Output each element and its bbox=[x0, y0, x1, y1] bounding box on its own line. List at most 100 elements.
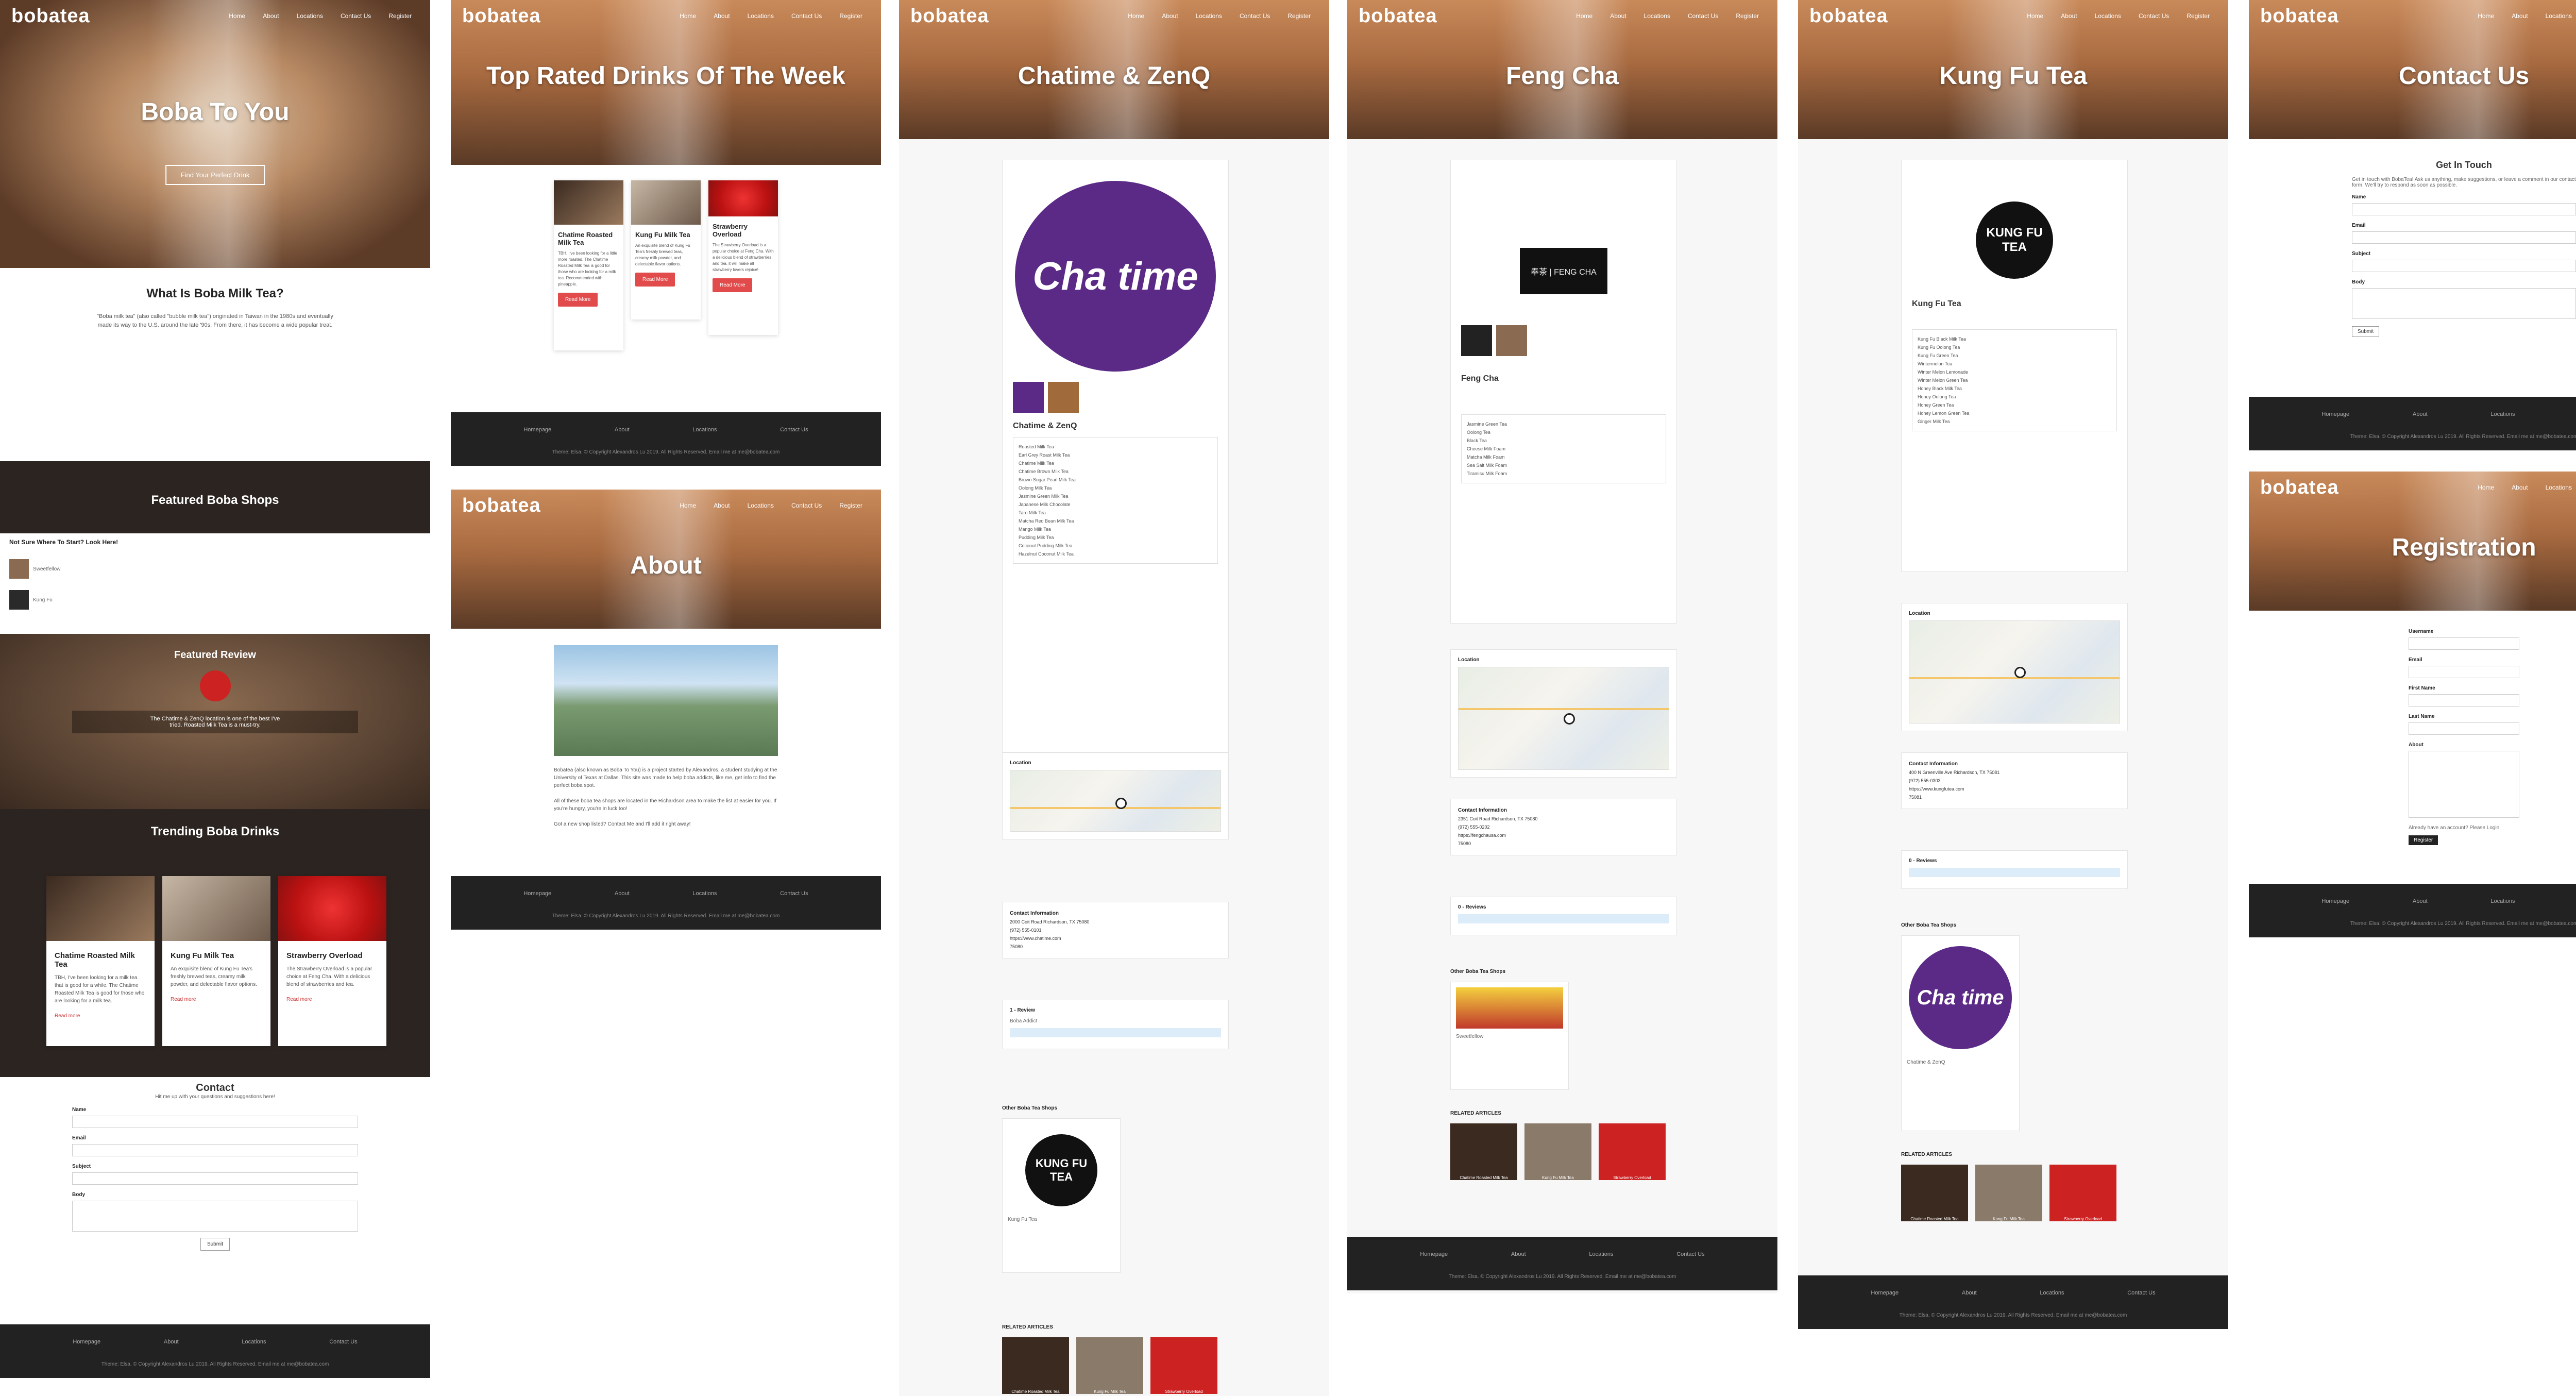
footer-home[interactable]: Homepage bbox=[523, 890, 551, 897]
map-pin-icon[interactable] bbox=[2014, 667, 2026, 679]
trending-card[interactable]: Kung Fu Milk Tea An exquisite blend of K… bbox=[162, 876, 270, 1046]
nav-contact[interactable]: Contact Us bbox=[791, 12, 822, 20]
footer-locations[interactable]: Locations bbox=[2490, 898, 2515, 904]
nav-locations[interactable]: Locations bbox=[2546, 12, 2572, 20]
subject-input[interactable] bbox=[2352, 260, 2576, 272]
related-item[interactable]: Strawberry Overload bbox=[1150, 1337, 1217, 1394]
site-logo[interactable]: bobatea bbox=[2260, 477, 2339, 499]
footer-home[interactable]: Homepage bbox=[1871, 1290, 1899, 1296]
map-pin-icon[interactable] bbox=[1564, 713, 1575, 725]
trending-card[interactable]: Strawberry Overload The Strawberry Overl… bbox=[278, 876, 386, 1046]
drink-name[interactable]: Strawberry Overload bbox=[286, 951, 378, 960]
email-input[interactable] bbox=[72, 1144, 358, 1156]
site-logo[interactable]: bobatea bbox=[1359, 5, 1437, 27]
footer-about[interactable]: About bbox=[1962, 1290, 1977, 1296]
footer-home[interactable]: Homepage bbox=[73, 1339, 100, 1345]
other-shop-name[interactable]: Chatime & ZenQ bbox=[1907, 1059, 2014, 1065]
trending-card[interactable]: Chatime Roasted Milk Tea TBH, I've been … bbox=[46, 876, 155, 1046]
footer-home[interactable]: Homepage bbox=[2321, 411, 2349, 417]
shop-item[interactable]: Sweetfellow bbox=[9, 559, 60, 579]
footer-about[interactable]: About bbox=[1511, 1251, 1526, 1257]
map[interactable] bbox=[1010, 770, 1221, 832]
username-input[interactable] bbox=[2409, 637, 2519, 650]
drink-card[interactable]: Chatime Roasted Milk Tea TBH, I've been … bbox=[554, 180, 623, 350]
read-more-button[interactable]: Read More bbox=[558, 293, 598, 307]
register-button[interactable]: Register bbox=[2409, 835, 2438, 845]
site-logo[interactable]: bobatea bbox=[11, 5, 90, 27]
related-item[interactable]: Kung Fu Milk Tea bbox=[1524, 1123, 1591, 1180]
site-logo[interactable]: bobatea bbox=[1809, 5, 1888, 27]
gallery-thumb[interactable] bbox=[1461, 325, 1492, 356]
nav-locations[interactable]: Locations bbox=[1644, 12, 1670, 20]
related-item[interactable]: Kung Fu Milk Tea bbox=[1975, 1165, 2042, 1221]
nav-about[interactable]: About bbox=[263, 12, 279, 20]
nav-home[interactable]: Home bbox=[229, 12, 245, 20]
gallery-thumb[interactable] bbox=[1048, 382, 1079, 413]
about-input[interactable] bbox=[2409, 751, 2519, 818]
nav-home[interactable]: Home bbox=[2027, 12, 2043, 20]
map[interactable] bbox=[1458, 667, 1669, 770]
site-logo[interactable]: bobatea bbox=[462, 495, 541, 517]
nav-home[interactable]: Home bbox=[680, 12, 696, 20]
nav-register[interactable]: Register bbox=[1736, 12, 1759, 20]
name-input[interactable] bbox=[2352, 203, 2576, 215]
body-input[interactable] bbox=[2352, 288, 2576, 319]
shop-name[interactable]: Kung Fu bbox=[33, 597, 53, 603]
other-shop-name[interactable]: Kung Fu Tea bbox=[1008, 1217, 1115, 1222]
phone-value[interactable]: (972) 555-0101 bbox=[1010, 926, 1221, 934]
nav-contact[interactable]: Contact Us bbox=[2139, 12, 2169, 20]
nav-contact[interactable]: Contact Us bbox=[1688, 12, 1718, 20]
related-item[interactable]: Chatime Roasted Milk Tea bbox=[1002, 1337, 1069, 1394]
footer-locations[interactable]: Locations bbox=[1589, 1251, 1613, 1257]
drink-card[interactable]: Strawberry Overload The Strawberry Overl… bbox=[708, 180, 778, 335]
gallery-thumb[interactable] bbox=[1013, 382, 1044, 413]
login-notice[interactable] bbox=[1909, 868, 2120, 877]
footer-about[interactable]: About bbox=[2413, 411, 2428, 417]
read-more-link[interactable]: Read more bbox=[171, 997, 262, 1002]
nav-locations[interactable]: Locations bbox=[748, 12, 774, 20]
nav-home[interactable]: Home bbox=[1128, 12, 1144, 20]
footer-home[interactable]: Homepage bbox=[523, 427, 551, 433]
site-logo[interactable]: bobatea bbox=[910, 5, 989, 27]
submit-button[interactable]: Submit bbox=[2352, 326, 2380, 337]
read-more-button[interactable]: Read More bbox=[713, 278, 753, 292]
body-input[interactable] bbox=[72, 1201, 358, 1232]
nav-home[interactable]: Home bbox=[1576, 12, 1592, 20]
nav-about[interactable]: About bbox=[2512, 484, 2528, 491]
footer-contact[interactable]: Contact Us bbox=[2127, 1290, 2155, 1296]
footer-about[interactable]: About bbox=[615, 890, 630, 897]
site-logo[interactable]: bobatea bbox=[2260, 5, 2339, 27]
footer-contact[interactable]: Contact Us bbox=[1676, 1251, 1704, 1257]
nav-contact[interactable]: Contact Us bbox=[1240, 12, 1270, 20]
nav-about[interactable]: About bbox=[1162, 12, 1178, 20]
footer-locations[interactable]: Locations bbox=[2490, 411, 2515, 417]
footer-contact[interactable]: Contact Us bbox=[780, 427, 808, 433]
footer-contact[interactable]: Contact Us bbox=[780, 890, 808, 897]
drink-name[interactable]: Chatime Roasted Milk Tea bbox=[558, 231, 619, 246]
login-notice[interactable] bbox=[1010, 1028, 1221, 1037]
nav-register[interactable]: Register bbox=[2187, 12, 2210, 20]
footer-contact[interactable]: Contact Us bbox=[329, 1339, 357, 1345]
footer-about[interactable]: About bbox=[2413, 898, 2428, 904]
nav-contact[interactable]: Contact Us bbox=[341, 12, 371, 20]
nav-locations[interactable]: Locations bbox=[297, 12, 323, 20]
find-drink-button[interactable]: Find Your Perfect Drink bbox=[165, 165, 265, 185]
other-shop-card[interactable]: Sweetfellow bbox=[1450, 982, 1569, 1090]
nav-home[interactable]: Home bbox=[2478, 12, 2494, 20]
footer-about[interactable]: About bbox=[615, 427, 630, 433]
footer-locations[interactable]: Locations bbox=[2040, 1290, 2064, 1296]
footer-locations[interactable]: Locations bbox=[692, 890, 717, 897]
login-link[interactable]: Already have an account? Please Login bbox=[2409, 825, 2519, 831]
related-item[interactable]: Chatime Roasted Milk Tea bbox=[1450, 1123, 1517, 1180]
nav-home[interactable]: Home bbox=[680, 502, 696, 509]
other-shop-card[interactable]: Cha time Chatime & ZenQ bbox=[1901, 935, 2020, 1131]
drink-name[interactable]: Strawberry Overload bbox=[713, 223, 774, 238]
nav-locations[interactable]: Locations bbox=[2546, 484, 2572, 491]
website-link[interactable]: https://www.kungfutea.com bbox=[1909, 785, 2120, 793]
related-item[interactable]: Strawberry Overload bbox=[2049, 1165, 2116, 1221]
subject-input[interactable] bbox=[72, 1172, 358, 1185]
nav-register[interactable]: Register bbox=[388, 12, 412, 20]
read-more-button[interactable]: Read More bbox=[635, 273, 675, 287]
shop-name[interactable]: Sweetfellow bbox=[33, 566, 60, 572]
nav-about[interactable]: About bbox=[2061, 12, 2077, 20]
